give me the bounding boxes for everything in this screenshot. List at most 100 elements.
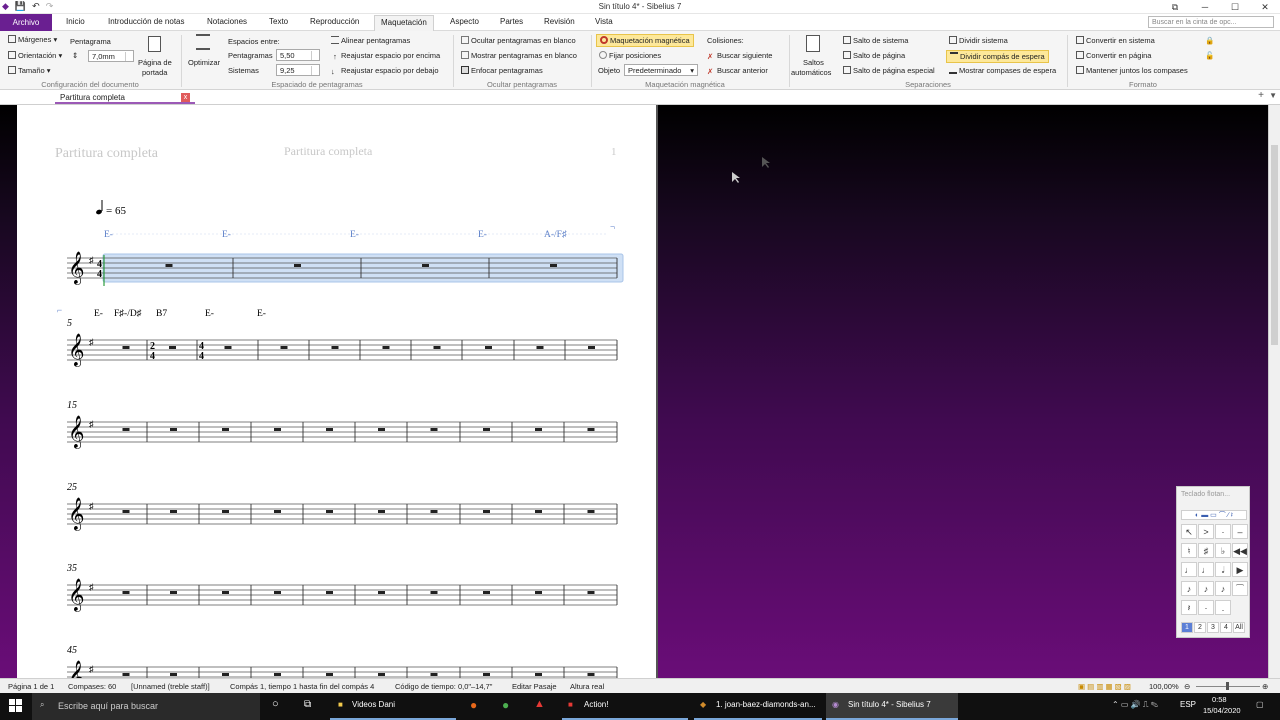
whole-rest[interactable] xyxy=(222,673,229,676)
close-tab-icon[interactable]: x xyxy=(181,93,190,102)
keep-bars-together-button[interactable]: Mantener juntos los compases xyxy=(1076,66,1188,75)
cover-page-label-1[interactable]: Página de xyxy=(138,58,172,67)
whole-rest[interactable] xyxy=(483,428,490,431)
keypad-key[interactable]: ♪ xyxy=(1215,581,1231,596)
tab-notations[interactable]: Notaciones xyxy=(207,17,247,26)
whole-rest[interactable] xyxy=(378,591,385,594)
tab-file[interactable]: Archivo xyxy=(0,14,52,31)
whole-rest[interactable] xyxy=(430,591,438,594)
whole-rest[interactable] xyxy=(422,264,429,267)
auto-breaks-label-2[interactable]: automáticos xyxy=(791,68,831,77)
score-svg[interactable]: Partitura completa Partitura completa 1 … xyxy=(17,105,658,694)
whole-rest[interactable] xyxy=(326,510,333,513)
keypad-key[interactable]: 𝅗𝅥 xyxy=(1215,562,1231,577)
split-system-button[interactable]: Dividir sistema xyxy=(949,36,1008,45)
keypad-layout-tab[interactable]: 2 xyxy=(1194,622,1206,633)
whole-rest[interactable] xyxy=(169,346,176,349)
keypad-layout-tab[interactable]: 3 xyxy=(1207,622,1219,633)
minimize-button[interactable]: ─ xyxy=(1190,0,1220,14)
keypad-key[interactable]: · xyxy=(1198,600,1214,615)
treble-clef[interactable]: 𝄞 xyxy=(68,579,85,612)
whole-rest[interactable] xyxy=(430,673,438,676)
margins-button[interactable]: Márgenes ▾ xyxy=(8,35,57,44)
zoom-slider-thumb[interactable] xyxy=(1226,682,1229,690)
task-view-icon[interactable]: ⧉ xyxy=(304,699,311,710)
page-break-button[interactable]: Salto de página xyxy=(843,51,905,60)
tab-parts[interactable]: Partes xyxy=(500,17,523,26)
find-prev-button[interactable]: ✗ Buscar anterior xyxy=(707,66,768,76)
whole-rest[interactable] xyxy=(535,591,542,594)
cover-page-icon[interactable] xyxy=(148,36,161,54)
whole-rest[interactable] xyxy=(430,428,438,431)
whole-rest[interactable] xyxy=(382,346,390,349)
scrollbar-thumb[interactable] xyxy=(1271,145,1278,345)
whole-rest[interactable] xyxy=(378,510,385,513)
systems-spacing-field[interactable]: 9,25 xyxy=(276,64,320,76)
score-canvas[interactable]: Partitura completa Partitura completa 1 … xyxy=(0,105,1268,694)
keypad-key[interactable]: ♮ xyxy=(1181,543,1197,558)
tab-note-input[interactable]: Introducción de notas xyxy=(108,17,185,26)
auto-breaks-label-1[interactable]: Saltos xyxy=(803,58,824,67)
whole-rest[interactable] xyxy=(483,673,490,676)
zoom-out-icon[interactable]: ⊖ xyxy=(1184,682,1190,691)
ribbon-search-input[interactable]: Buscar en la cinta de opc... xyxy=(1148,16,1274,28)
tab-text[interactable]: Texto xyxy=(269,17,288,26)
chord-symbol[interactable]: B7 xyxy=(156,309,167,319)
tab-home[interactable]: Inicio xyxy=(66,17,85,26)
whole-rest[interactable] xyxy=(550,264,557,267)
whole-rest[interactable] xyxy=(274,428,281,431)
firefox-icon[interactable]: ● xyxy=(470,698,477,712)
whole-rest[interactable] xyxy=(535,510,542,513)
find-next-button[interactable]: ✗ Buscar siguiente xyxy=(707,51,772,61)
cover-page-label-2[interactable]: portada xyxy=(142,68,167,77)
reset-above-button[interactable]: ↑ Reajustar espacio por encima xyxy=(331,51,440,61)
keypad-layout-tab[interactable]: 4 xyxy=(1220,622,1232,633)
chord-symbol[interactable]: E- xyxy=(104,230,113,240)
chord-symbol[interactable]: E- xyxy=(257,309,266,319)
unlock-format-icon[interactable]: 🔓 xyxy=(1205,51,1214,60)
tray-icons[interactable]: ⌃ ▭ 🔊 ⎍ ✎ xyxy=(1112,700,1158,710)
notifications-icon[interactable]: ▢ xyxy=(1256,700,1264,709)
whole-rest[interactable] xyxy=(587,591,595,594)
keypad-key[interactable]: ♩ xyxy=(1181,562,1197,577)
whole-rest[interactable] xyxy=(326,428,333,431)
auto-breaks-icon[interactable] xyxy=(806,35,820,54)
clock-date[interactable]: 15/04/2020 xyxy=(1203,706,1241,715)
taskbar-app-song[interactable]: ◆ 1. joan-baez-diamonds-an... xyxy=(694,693,822,720)
treble-clef[interactable]: 𝄞 xyxy=(68,252,85,285)
whole-rest[interactable] xyxy=(433,346,441,349)
taskbar-app-sibelius[interactable]: ◉ Sin título 4* - Sibelius 7 xyxy=(826,693,958,720)
taskbar-search[interactable]: Escribe aquí para buscar xyxy=(32,693,260,720)
keypad-key[interactable]: ◀◀ xyxy=(1232,543,1248,558)
show-empty-staves-button[interactable]: Mostrar pentagramas en blanco xyxy=(461,51,577,60)
whole-rest[interactable] xyxy=(378,673,385,676)
floating-keypad[interactable]: Teclado flotan... ◐ ▬ ▭ ⌒ ∕ 𝄽 ↖ > · – ♮ ♯ ♭ ◀◀ ♩ ♩… xyxy=(1176,486,1250,638)
keypad-key[interactable]: ♩ xyxy=(1198,562,1214,577)
whole-rest[interactable] xyxy=(294,264,301,267)
treble-clef[interactable]: 𝄞 xyxy=(68,661,85,694)
vertical-scrollbar[interactable] xyxy=(1268,105,1280,678)
hide-empty-staves-button[interactable]: Ocultar pentagramas en blanco xyxy=(461,36,576,45)
tab-view[interactable]: Vista xyxy=(595,17,613,26)
whole-rest[interactable] xyxy=(122,428,130,431)
fix-positions-button[interactable]: Fijar posiciones xyxy=(599,51,661,60)
whole-rest[interactable] xyxy=(378,428,385,431)
whole-rest[interactable] xyxy=(483,591,490,594)
chrome-icon[interactable]: ● xyxy=(502,698,509,712)
tempo-marking[interactable]: = 65 xyxy=(95,200,126,217)
keypad-key[interactable]: ♪ xyxy=(1181,581,1197,596)
keypad-key[interactable]: ⁀ xyxy=(1232,581,1248,596)
chord-symbol[interactable]: A-/F♯ xyxy=(544,230,567,240)
whole-rest[interactable] xyxy=(485,346,492,349)
keypad-key[interactable]: ♯ xyxy=(1198,543,1214,558)
make-into-system-button[interactable]: Convertir en sistema xyxy=(1076,36,1155,45)
pdf-icon[interactable]: ▲ xyxy=(534,698,545,710)
keypad-key[interactable]: · xyxy=(1215,524,1231,539)
keypad-key[interactable]: > xyxy=(1198,524,1214,539)
keypad-key[interactable]: ↖ xyxy=(1181,524,1197,539)
whole-rest[interactable] xyxy=(122,673,130,676)
cortana-icon[interactable]: ○ xyxy=(272,698,279,710)
keypad-key[interactable]: ▶ xyxy=(1232,562,1248,577)
windows-start-icon[interactable] xyxy=(9,699,23,713)
keypad-key[interactable]: . xyxy=(1215,600,1231,615)
